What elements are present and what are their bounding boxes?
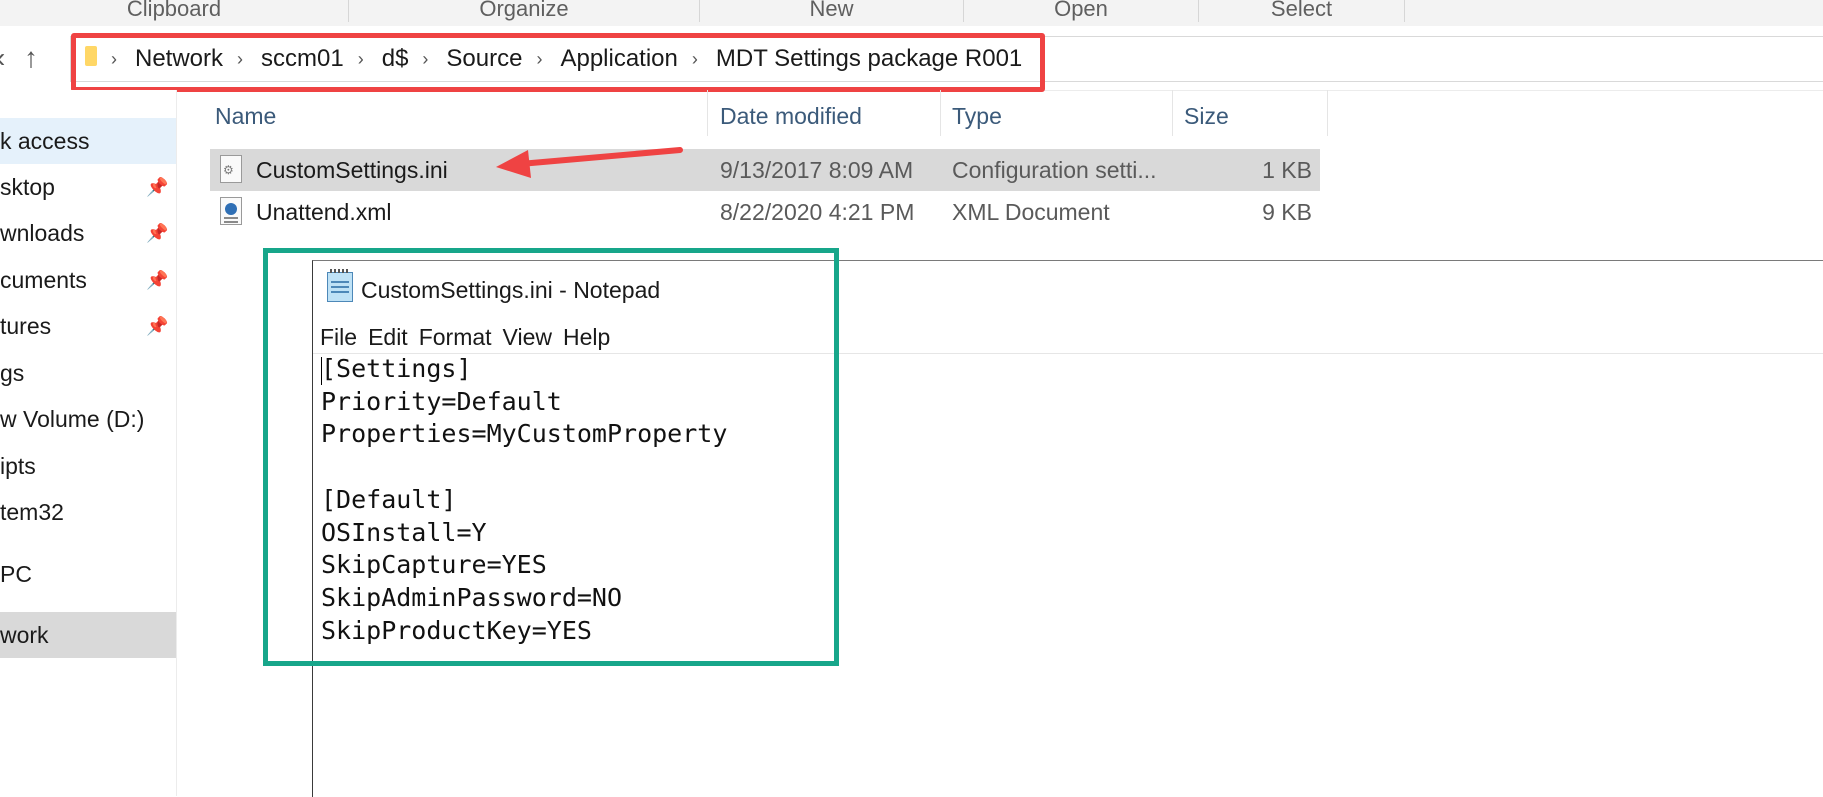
ribbon-group-organize: Organize — [479, 0, 569, 21]
notepad-text-area[interactable]: [Settings] Priority=Default Properties=M… — [321, 353, 727, 647]
sidebar-item-logs[interactable]: gs — [0, 350, 176, 396]
breadcrumb-sccm01[interactable]: sccm01 — [261, 45, 344, 73]
breadcrumb-application[interactable]: Application — [560, 45, 677, 73]
sidebar-item-label: cuments — [0, 267, 87, 293]
sidebar-item-desktop[interactable]: sktop 📌 — [0, 164, 176, 210]
address-bar[interactable]: › Network › sccm01 › d$ › Source › Appli… — [70, 36, 1823, 82]
ribbon-group-captions: Clipboard Organize New Open Select — [0, 0, 1823, 27]
breadcrumb-mdt-settings-package[interactable]: MDT Settings package R001 — [716, 45, 1022, 73]
menu-edit[interactable]: Edit — [368, 321, 408, 353]
notepad-menu-bar: File Edit Format View Help — [313, 321, 1823, 354]
file-row-unattend[interactable]: Unattend.xml 8/22/2020 4:21 PM XML Docum… — [210, 191, 1320, 233]
column-divider[interactable] — [940, 90, 941, 136]
file-row-customsettings[interactable]: CustomSettings.ini 9/13/2017 8:09 AM Con… — [210, 149, 1320, 191]
file-size: 1 KB — [1262, 157, 1312, 183]
pin-icon[interactable]: 📌 — [146, 303, 168, 349]
sidebar-item-label: wnloads — [0, 220, 85, 246]
ribbon-group-open: Open — [1054, 0, 1108, 21]
chevron-right-icon[interactable]: › — [237, 49, 243, 70]
sidebar-item-this-pc[interactable]: PC — [0, 551, 176, 597]
notepad-icon — [327, 269, 353, 302]
menu-file[interactable]: File — [320, 321, 357, 353]
menu-format[interactable]: Format — [419, 321, 492, 353]
sidebar-item-label: ipts — [0, 453, 36, 479]
xml-file-icon — [220, 197, 242, 225]
ribbon-group-clipboard: Clipboard — [126, 0, 222, 21]
sidebar-item-label: tem32 — [0, 499, 64, 525]
notepad-title-bar[interactable]: CustomSettings.ini - Notepad — [313, 261, 1823, 317]
arrow-up-icon[interactable]: ↑ — [24, 44, 38, 72]
file-name: CustomSettings.ini — [256, 157, 448, 183]
file-type: XML Document — [952, 199, 1110, 225]
file-type: Configuration setti... — [952, 157, 1157, 183]
file-size: 9 KB — [1262, 199, 1312, 225]
sidebar-item-downloads[interactable]: wnloads 📌 — [0, 210, 176, 256]
navigation-pane: k access sktop 📌 wnloads 📌 cuments 📌 tures 📌… — [0, 90, 177, 796]
file-date-modified: 9/13/2017 8:09 AM — [720, 157, 914, 183]
chevron-right-icon[interactable]: › — [111, 49, 117, 70]
chevron-right-icon[interactable]: › — [422, 49, 428, 70]
sidebar-item-label: tures — [0, 313, 52, 339]
folder-icon — [85, 46, 97, 66]
sidebar-item-network[interactable]: work — [0, 612, 176, 658]
column-divider[interactable] — [707, 90, 708, 136]
sidebar-item-system32[interactable]: tem32 — [0, 489, 176, 535]
menu-view[interactable]: View — [503, 321, 552, 353]
menu-help[interactable]: Help — [563, 321, 610, 353]
column-header-size[interactable]: Size — [1184, 96, 1229, 136]
ribbon-separator — [1404, 0, 1405, 22]
column-divider[interactable] — [1172, 90, 1173, 136]
column-divider[interactable] — [1327, 90, 1328, 136]
file-date-modified: 8/22/2020 4:21 PM — [720, 199, 915, 225]
pin-icon[interactable]: 📌 — [146, 257, 168, 303]
ribbon-group-select: Select — [1270, 0, 1333, 21]
sidebar-item-label: PC — [0, 561, 32, 587]
sidebar-item-new-volume[interactable]: w Volume (D:) — [0, 396, 176, 442]
sidebar-item-documents[interactable]: cuments 📌 — [0, 257, 176, 303]
column-header-name[interactable]: Name — [215, 96, 276, 136]
breadcrumb: › Network › sccm01 › d$ › Source › Appli… — [111, 37, 1022, 81]
pin-icon[interactable]: 📌 — [146, 210, 168, 256]
sidebar-item-scripts[interactable]: ipts — [0, 443, 176, 489]
chevron-right-icon[interactable]: › — [536, 49, 542, 70]
chevron-left-icon[interactable]: ‹ — [0, 44, 5, 72]
file-name: Unattend.xml — [256, 199, 392, 225]
navigation-bar: ‹ ↑ › Network › sccm01 › d$ › Source › A… — [0, 26, 1823, 91]
sidebar-item-label: work — [0, 622, 49, 648]
notepad-title: CustomSettings.ini - Notepad — [361, 277, 661, 303]
breadcrumb-source[interactable]: Source — [446, 45, 522, 73]
sidebar-item-label: w Volume (D:) — [0, 406, 145, 432]
chevron-right-icon[interactable]: › — [692, 49, 698, 70]
sidebar-item-label: gs — [0, 360, 25, 386]
pin-icon[interactable]: 📌 — [146, 164, 168, 210]
chevron-right-icon[interactable]: › — [358, 49, 364, 70]
notepad-window: CustomSettings.ini - Notepad File Edit F… — [312, 260, 1823, 797]
column-header-type[interactable]: Type — [952, 96, 1002, 136]
sidebar-item-pictures[interactable]: tures 📌 — [0, 303, 176, 349]
breadcrumb-dshare[interactable]: d$ — [382, 45, 409, 73]
column-header-date-modified[interactable]: Date modified — [720, 96, 862, 136]
sidebar-item-quick-access[interactable]: k access — [0, 118, 176, 164]
sidebar-item-label: sktop — [0, 174, 55, 200]
sidebar-item-label: k access — [0, 128, 90, 154]
ribbon-group-new: New — [809, 0, 854, 21]
breadcrumb-network[interactable]: Network — [135, 45, 223, 73]
ini-file-icon — [220, 155, 242, 183]
